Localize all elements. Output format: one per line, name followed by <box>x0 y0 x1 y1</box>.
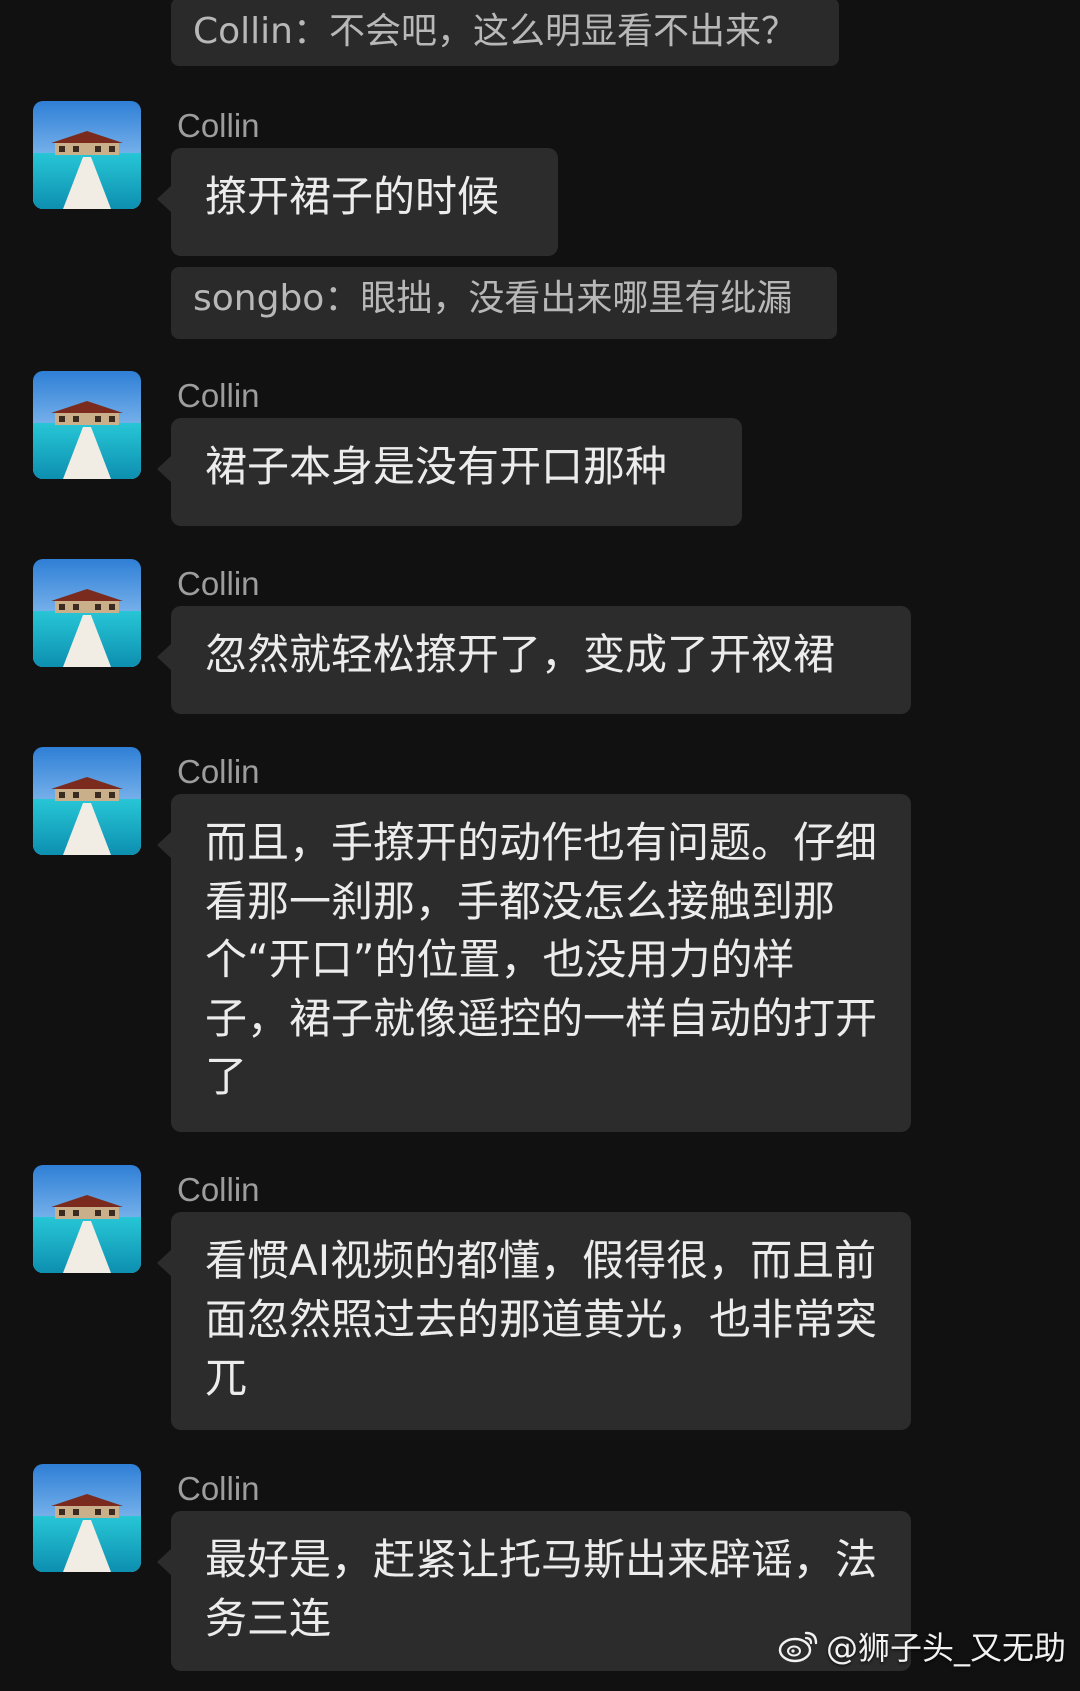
message-bubble[interactable]: 而且，手撩开的动作也有问题。仔细看那一刹那，手都没怎么接触到那个“开口”的位置，… <box>157 794 911 1132</box>
avatar[interactable] <box>33 371 141 479</box>
message-text: 撩开裙子的时候 <box>205 172 500 221</box>
resort-pier-avatar-icon <box>33 747 141 855</box>
resort-pier-avatar-icon <box>33 1464 141 1572</box>
resort-pier-avatar-icon <box>33 371 141 479</box>
weibo-icon <box>778 1629 820 1663</box>
message-text: 裙子本身是没有开口那种 <box>205 442 668 491</box>
resort-pier-avatar-icon <box>33 101 141 209</box>
quoted-message-text: songbo：眼拙，没看出来哪里有纰漏 <box>193 278 793 319</box>
resort-pier-avatar-icon <box>33 1165 141 1273</box>
message-text: 看惯AI视频的都懂，假得很，而且前面忽然照过去的那道黄光，也非常突兀 <box>205 1236 878 1402</box>
sender-name: Collin <box>177 753 260 790</box>
message-bubble[interactable]: 看惯AI视频的都懂，假得很，而且前面忽然照过去的那道黄光，也非常突兀 <box>157 1212 911 1430</box>
sender-name: Collin <box>177 377 260 414</box>
chat-view[interactable]: Collin：不会吧，这么明显看不出来？ Collin 撩开裙子的时候 song… <box>0 0 1080 1691</box>
quoted-message[interactable]: songbo：眼拙，没看出来哪里有纰漏 <box>171 267 837 339</box>
sender-name: Collin <box>177 107 260 144</box>
weibo-watermark: @狮子头_又无助 <box>778 1623 1066 1669</box>
resort-pier-avatar-icon <box>33 559 141 667</box>
sender-name: Collin <box>177 1470 260 1507</box>
avatar[interactable] <box>33 1165 141 1273</box>
message-bubble[interactable]: 撩开裙子的时候 <box>157 148 558 256</box>
quoted-message-text: Collin：不会吧，这么明显看不出来？ <box>193 11 797 52</box>
sender-name: Collin <box>177 565 260 602</box>
quoted-message[interactable]: Collin：不会吧，这么明显看不出来？ <box>171 0 839 66</box>
watermark-text: @狮子头_又无助 <box>825 1629 1066 1667</box>
sender-name: Collin <box>177 1171 260 1208</box>
message-text: 而且，手撩开的动作也有问题。仔细看那一刹那，手都没怎么接触到那个“开口”的位置，… <box>205 818 878 1101</box>
message-bubble[interactable]: 忽然就轻松撩开了，变成了开衩裙 <box>157 606 911 714</box>
message-text: 最好是，赶紧让托马斯出来辟谣，法务三连 <box>205 1535 878 1643</box>
avatar[interactable] <box>33 101 141 209</box>
message-bubble[interactable]: 裙子本身是没有开口那种 <box>157 418 742 526</box>
message-text: 忽然就轻松撩开了，变成了开衩裙 <box>205 630 836 679</box>
avatar[interactable] <box>33 747 141 855</box>
avatar[interactable] <box>33 559 141 667</box>
avatar[interactable] <box>33 1464 141 1572</box>
